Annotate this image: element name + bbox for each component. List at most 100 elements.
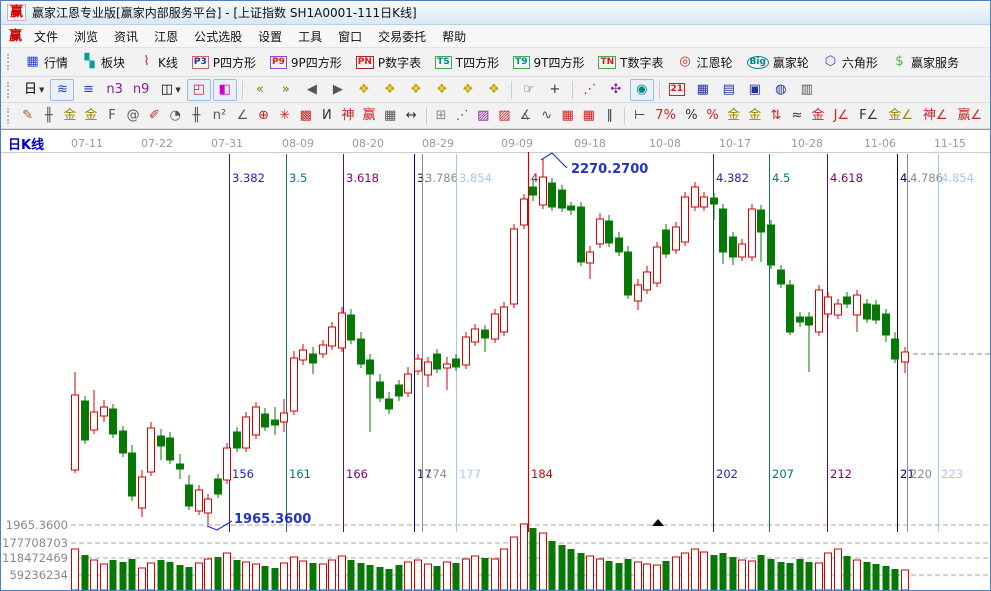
menu-item-浏览[interactable]: 浏览 (66, 26, 106, 47)
winner-service-button[interactable]: $赢家服务 (886, 51, 965, 74)
swing-3-button[interactable]: n3 (102, 79, 127, 101)
percent-retrace-tool[interactable]: % (703, 105, 722, 127)
t9-square-button[interactable]: T99T四方形 (507, 51, 590, 74)
wave-band-tool[interactable]: ≈ (787, 105, 806, 127)
save-button-icon: ▣ (747, 83, 762, 97)
candle-style-button[interactable]: ◫▼ (155, 79, 184, 101)
print-button[interactable]: ▥ (795, 79, 819, 101)
gold-circle-tool[interactable]: 金 (724, 105, 743, 127)
volume-flag-button[interactable]: ◧ (213, 79, 237, 101)
fan-box-red-tool[interactable]: ▨ (495, 105, 514, 127)
hand-tool-button[interactable]: ☞ (517, 79, 541, 101)
n-square-tool[interactable]: n² (208, 105, 231, 127)
save-button[interactable]: ▣ (743, 79, 767, 101)
gold-angle-tool[interactable]: 金∠ (884, 105, 917, 127)
zoom-in-button[interactable]: ❖ (430, 79, 454, 101)
notes-button[interactable]: ▤ (717, 79, 741, 101)
gold-comb2-tool[interactable]: 金 (81, 105, 100, 127)
red-grid-tool[interactable]: ▦ (558, 105, 577, 127)
menu-item-交易委托[interactable]: 交易委托 (370, 26, 434, 47)
info-panel-button[interactable]: ≡ (76, 79, 100, 101)
zoom-right-button[interactable]: ❖ (378, 79, 402, 101)
span-measure-tool[interactable]: ↔ (402, 105, 421, 127)
swing-9-button[interactable]: n9 (129, 79, 154, 101)
percent-line-tool[interactable]: 7% (651, 105, 680, 127)
menu-item-江恩[interactable]: 江恩 (146, 26, 186, 47)
f-angle-tool[interactable]: F∠ (855, 105, 882, 127)
hexagon-button[interactable]: ⬡六角形 (817, 51, 884, 74)
t-number-button[interactable]: TNT数字表 (592, 51, 669, 74)
gann-box-tool[interactable]: ▩ (296, 105, 315, 127)
grid-comb-tool[interactable]: ╫ (39, 105, 58, 127)
spiral-tool[interactable]: @ (124, 105, 143, 127)
shen-angle-tool[interactable]: 神∠ (919, 105, 952, 127)
quote-table-button[interactable]: ▦行情 (19, 51, 74, 74)
kline-button[interactable]: ⌇K线 (133, 51, 184, 74)
zigzag-tool[interactable]: ∿ (537, 105, 556, 127)
ying-tool[interactable]: 赢 (360, 105, 379, 127)
fishnet-chart-button[interactable]: ≋ (50, 79, 74, 101)
brain-tool-button[interactable]: ◉ (630, 79, 654, 101)
gold-section-tool[interactable]: 金 (745, 105, 764, 127)
price-pen-tool[interactable]: ⇅ (766, 105, 785, 127)
prev-bar-button[interactable]: ◀ (300, 79, 324, 101)
first-bar-button[interactable]: « (248, 79, 272, 101)
wave-mark-tool[interactable]: И (317, 105, 336, 127)
red-pencil-tool[interactable]: ✐ (145, 105, 164, 127)
period-day-button[interactable]: 日▼ (19, 79, 48, 101)
zoom-fit-button[interactable]: ❖ (482, 79, 506, 101)
shen-tool[interactable]: 神 (338, 105, 357, 127)
kline-chart[interactable]: 07-1107-2207-3108-0908-2008-2909-0909-18… (1, 129, 990, 591)
next-bar-button[interactable]: ▶ (326, 79, 350, 101)
zoom-out-button[interactable]: ❖ (456, 79, 480, 101)
pencil-tool[interactable]: ✎ (18, 105, 37, 127)
zoom-left-button[interactable]: ❖ (352, 79, 376, 101)
j-angle-tool[interactable]: J∠ (830, 105, 854, 127)
menu-item-帮助[interactable]: 帮助 (434, 26, 474, 47)
comb-tool[interactable]: ╫ (187, 105, 206, 127)
gann-outline-button[interactable]: ◰ (187, 79, 211, 101)
gold-line-tool[interactable]: 金 (808, 105, 827, 127)
trend-percent-button[interactable]: ⋰ (578, 79, 602, 101)
volume-bar (82, 555, 89, 590)
chart-area[interactable]: 07-1107-2207-3108-0908-2008-2909-0909-18… (1, 129, 990, 591)
volume-bar (339, 556, 346, 590)
ying-angle-tool[interactable]: 赢∠ (954, 105, 987, 127)
menu-item-文件[interactable]: 文件 (26, 26, 66, 47)
fan-lines-tool[interactable]: ⋰ (453, 105, 472, 127)
blocks-button[interactable]: ▚板块 (76, 51, 131, 74)
percent-tool[interactable]: % (682, 105, 701, 127)
t-square-button[interactable]: TST四方形 (429, 51, 505, 74)
menu-item-设置[interactable]: 设置 (250, 26, 290, 47)
menu-item-工具[interactable]: 工具 (290, 26, 330, 47)
volume-bar (72, 549, 79, 590)
calendar-button[interactable]: 21 (665, 79, 689, 101)
compass-tool[interactable]: ⊕ (254, 105, 273, 127)
menu-item-公式选股[interactable]: 公式选股 (186, 26, 250, 47)
fib-comb-tool[interactable]: F (102, 105, 121, 127)
price-scale-tool[interactable]: ⊢ (630, 105, 649, 127)
cycle-clock-tool[interactable]: ◔ (166, 105, 185, 127)
zoom-horizontal-button[interactable]: ❖ (404, 79, 428, 101)
angle-measure-tool[interactable]: ∠ (233, 105, 252, 127)
menu-item-资讯[interactable]: 资讯 (106, 26, 146, 47)
winner-wheel-button[interactable]: Big赢家轮 (741, 51, 815, 74)
crosshair-button[interactable]: + (543, 79, 567, 101)
spiderweb-tool[interactable]: ✳ (275, 105, 294, 127)
last-bar-button[interactable]: » (274, 79, 298, 101)
gold-comb-tool[interactable]: 金 (60, 105, 79, 127)
parallel-lines-tool[interactable]: ∥ (600, 105, 619, 127)
fan-box-purple-tool[interactable]: ▨ (474, 105, 493, 127)
box-frame-tool[interactable]: ⊞ (432, 105, 451, 127)
menu-item-窗口[interactable]: 窗口 (330, 26, 370, 47)
gann-wheel-button[interactable]: ◎江恩轮 (672, 51, 739, 74)
pitchfork-button[interactable]: ✣ (604, 79, 628, 101)
angle-fan-tool[interactable]: ∡ (516, 105, 535, 127)
red-grid2-tool[interactable]: ▦ (579, 105, 598, 127)
p9-square-button[interactable]: P99P四方形 (264, 51, 348, 74)
price-grid-tool[interactable]: ▦ (381, 105, 400, 127)
calculator-button[interactable]: ▦ (691, 79, 715, 101)
p-number-button[interactable]: PNP数字表 (350, 51, 427, 74)
p-square-button[interactable]: P3P四方形 (186, 51, 262, 74)
web-data-button[interactable]: ◍ (769, 79, 793, 101)
